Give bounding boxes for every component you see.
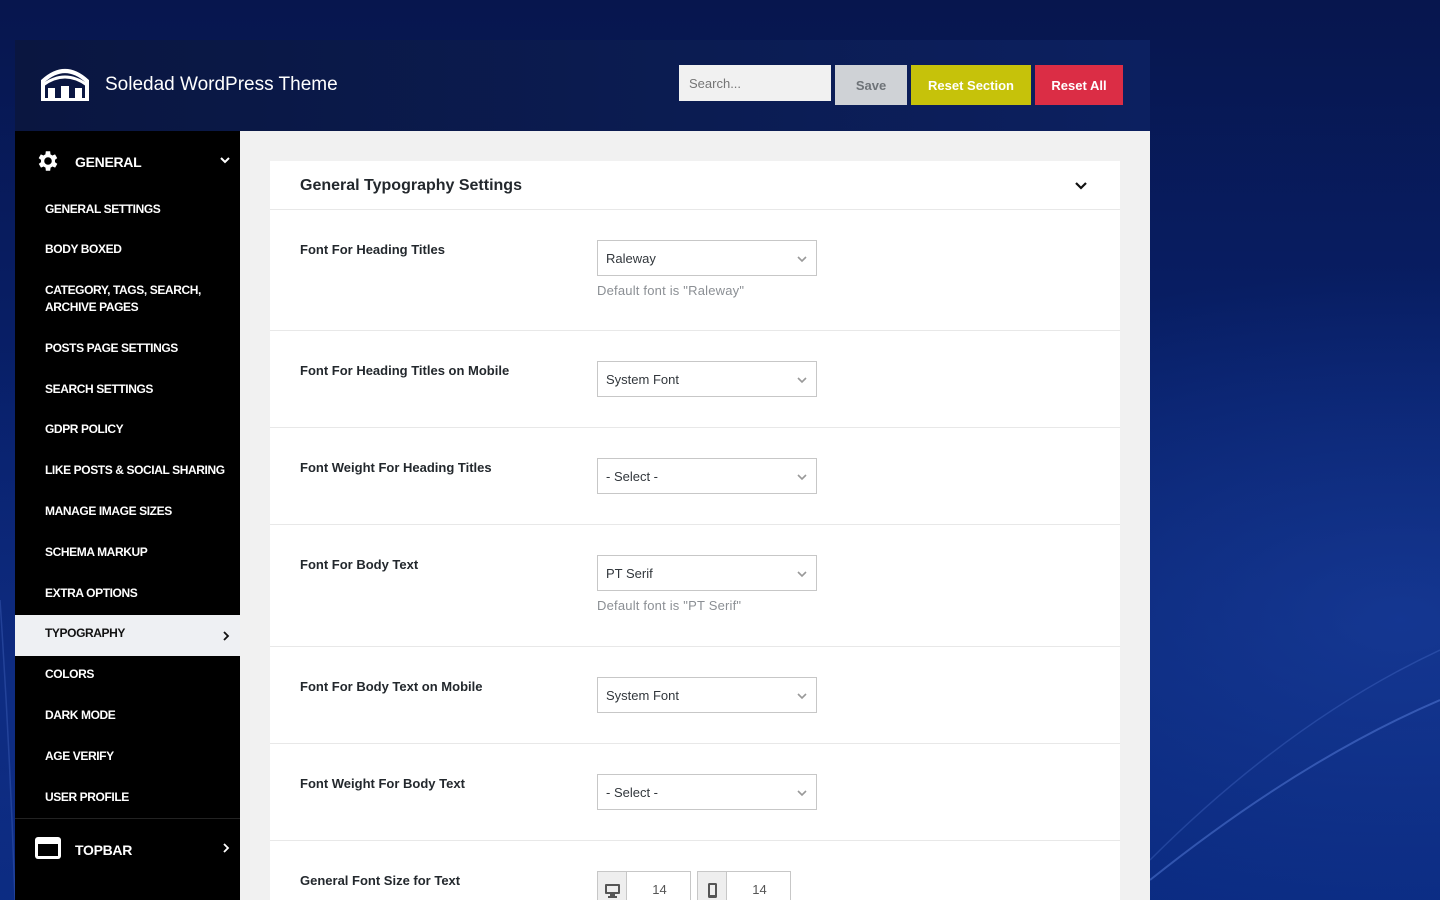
select-value: PT Serif [606, 566, 653, 581]
sidebar-item-schema-markup[interactable]: SCHEMA MARKUP [15, 544, 240, 564]
sidebar-item-posts-page-settings[interactable]: POSTS PAGE SETTINGS [15, 340, 240, 360]
chevron-down-icon [797, 790, 807, 797]
sidebar-item-label: SCHEMA MARKUP [45, 545, 148, 559]
sidebar-item-dark-mode[interactable]: DARK MODE [15, 707, 240, 727]
desktop-font-size-value: 14 [652, 882, 667, 897]
mobile-icon [708, 883, 717, 898]
theme-options-window: Soledad WordPress Theme Save Reset Secti… [15, 40, 1150, 900]
sidebar-item-like-posts-social-sharing[interactable]: LIKE POSTS & SOCIAL SHARING [15, 462, 240, 482]
select-value: System Font [606, 372, 679, 387]
setting-label: General Font Size for Text [300, 873, 461, 888]
soledad-logo-icon [41, 69, 89, 101]
sidebar-item-age-verify[interactable]: AGE VERIFY [15, 748, 240, 768]
body-font-mobile-select[interactable]: System Font [597, 677, 817, 713]
setting-label: Font For Heading Titles on Mobile [300, 363, 510, 378]
heading-font-select[interactable]: Raleway [597, 240, 817, 276]
desktop-device-tab [598, 872, 627, 900]
sidebar-item-label: SEARCH SETTINGS [45, 382, 154, 396]
sidebar-section-topbar[interactable]: TOPBAR [15, 819, 240, 879]
chevron-right-icon [223, 843, 230, 853]
gear-icon [38, 151, 58, 171]
setting-row-heading-font-mobile: Font For Heading Titles on Mobile System… [270, 331, 1120, 428]
sidebar-item-colors[interactable]: COLORS [15, 666, 240, 686]
mobile-font-size-value: 14 [752, 882, 767, 897]
sidebar-item-label: GENERAL SETTINGS [45, 202, 161, 216]
sidebar-item-label: DARK MODE [45, 708, 116, 722]
panel-header[interactable]: General Typography Settings [270, 161, 1120, 210]
sidebar-item-gdpr-policy[interactable]: GDPR POLICY [15, 421, 240, 441]
setting-row-heading-font: Font For Heading Titles Raleway Default … [270, 210, 1120, 331]
reset-section-button[interactable]: Reset Section [911, 65, 1031, 105]
setting-hint: Default font is "PT Serif" [597, 598, 742, 613]
setting-row-heading-weight: Font Weight For Heading Titles - Select … [270, 428, 1120, 525]
sidebar-item-label: AGE VERIFY [45, 749, 114, 763]
sidebar-item-manage-image-sizes[interactable]: MANAGE IMAGE SIZES [15, 503, 240, 523]
sidebar-item-general-settings[interactable]: GENERAL SETTINGS [15, 201, 240, 221]
chevron-down-icon [797, 474, 807, 481]
desktop-font-size-field[interactable]: 14 [597, 871, 691, 900]
reset-all-button[interactable]: Reset All [1035, 65, 1123, 105]
mobile-device-tab [698, 872, 727, 900]
body-weight-select[interactable]: - Select - [597, 774, 817, 810]
panel-title: General Typography Settings [300, 177, 522, 194]
save-button[interactable]: Save [835, 65, 907, 105]
sidebar-item-label: BODY BOXED [45, 242, 122, 256]
sidebar-item-label: CATEGORY, TAGS, SEARCH, ARCHIVE PAGES [45, 283, 201, 314]
sidebar-item-label: TYPOGRAPHY [45, 626, 126, 640]
typography-settings-panel: General Typography Settings Font For Hea… [270, 161, 1120, 900]
sidebar-item-category-tags-search-archive[interactable]: CATEGORY, TAGS, SEARCH, ARCHIVE PAGES [15, 282, 240, 318]
sidebar-item-label: GDPR POLICY [45, 422, 124, 436]
sidebar-section-label: TOPBAR [75, 842, 133, 858]
sidebar-section-general[interactable]: GENERAL [15, 131, 240, 191]
chevron-down-icon [797, 571, 807, 578]
heading-font-mobile-select[interactable]: System Font [597, 361, 817, 397]
setting-row-body-weight: Font Weight For Body Text - Select - [270, 744, 1120, 841]
select-value: Raleway [606, 251, 656, 266]
app-title: Soledad WordPress Theme [105, 74, 338, 95]
body-font-select[interactable]: PT Serif [597, 555, 817, 591]
setting-label: Font For Body Text on Mobile [300, 679, 483, 694]
setting-label: Font For Heading Titles [300, 242, 445, 257]
setting-label: Font Weight For Body Text [300, 776, 465, 791]
sidebar-item-user-profile[interactable]: USER PROFILE [15, 789, 240, 809]
setting-label: Font Weight For Heading Titles [300, 460, 492, 475]
setting-row-body-font-mobile: Font For Body Text on Mobile System Font [270, 647, 1120, 744]
sidebar-item-label: POSTS PAGE SETTINGS [45, 341, 178, 355]
sidebar-item-label: EXTRA OPTIONS [45, 586, 138, 600]
window-icon [35, 837, 61, 859]
app-header: Soledad WordPress Theme Save Reset Secti… [15, 40, 1150, 131]
setting-row-body-font: Font For Body Text PT Serif Default font… [270, 525, 1120, 647]
main-content: General Typography Settings Font For Hea… [240, 131, 1150, 900]
sidebar-item-typography[interactable]: TYPOGRAPHY [15, 615, 240, 656]
chevron-down-icon [797, 377, 807, 384]
sidebar-item-label: LIKE POSTS & SOCIAL SHARING [45, 463, 225, 477]
chevron-down-icon [797, 693, 807, 700]
sidebar-item-label: MANAGE IMAGE SIZES [45, 504, 172, 518]
setting-label: Font For Body Text [300, 557, 419, 572]
select-value: - Select - [606, 785, 659, 800]
chevron-right-icon [223, 631, 230, 641]
setting-hint: Default font is "Raleway" [597, 283, 745, 298]
chevron-down-icon[interactable] [1073, 178, 1089, 194]
setting-row-font-size: General Font Size for Text 14 14 [270, 841, 1120, 900]
search-input[interactable] [679, 65, 831, 101]
sidebar-section-label: GENERAL [75, 154, 142, 170]
mobile-font-size-field[interactable]: 14 [697, 871, 791, 900]
desktop-icon [605, 884, 620, 898]
sidebar-item-label: COLORS [45, 667, 94, 681]
sidebar-item-label: USER PROFILE [45, 790, 129, 804]
heading-weight-select[interactable]: - Select - [597, 458, 817, 494]
sidebar-item-body-boxed[interactable]: BODY BOXED [15, 241, 240, 261]
select-value: System Font [606, 688, 679, 703]
sidebar-nav: GENERAL GENERAL SETTINGS BODY BOXED CATE… [15, 131, 240, 900]
chevron-down-icon [797, 256, 807, 263]
sidebar-item-extra-options[interactable]: EXTRA OPTIONS [15, 585, 240, 605]
chevron-down-icon [220, 157, 230, 164]
select-value: - Select - [606, 469, 659, 484]
sidebar-item-search-settings[interactable]: SEARCH SETTINGS [15, 381, 240, 401]
